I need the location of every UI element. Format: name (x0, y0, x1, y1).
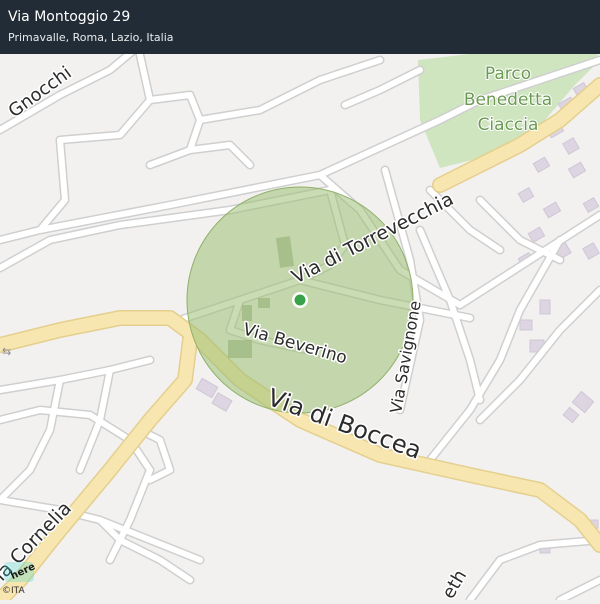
location-header: Via Montoggio 29 Primavalle, Roma, Lazio… (0, 0, 600, 54)
location-marker[interactable] (294, 294, 306, 306)
park-label-line1: Parco (485, 64, 531, 84)
park-label-line3: Ciaccia (478, 115, 539, 135)
map-canvas[interactable]: ⇆ Gnocchi Via di Torrevecchia Via Beveri… (0, 0, 600, 604)
park-label-line2: Benedetta (464, 90, 552, 110)
here-logo: here (4, 561, 37, 582)
map-view[interactable]: ⇆ Gnocchi Via di Torrevecchia Via Beveri… (0, 0, 600, 604)
location-title: Via Montoggio 29 (8, 9, 131, 25)
location-subtitle: Primavalle, Roma, Lazio, Italia (8, 31, 174, 44)
direction-arrows-icon: ⇆ (2, 345, 11, 358)
copyright-attribution: ©ITA (2, 586, 25, 596)
